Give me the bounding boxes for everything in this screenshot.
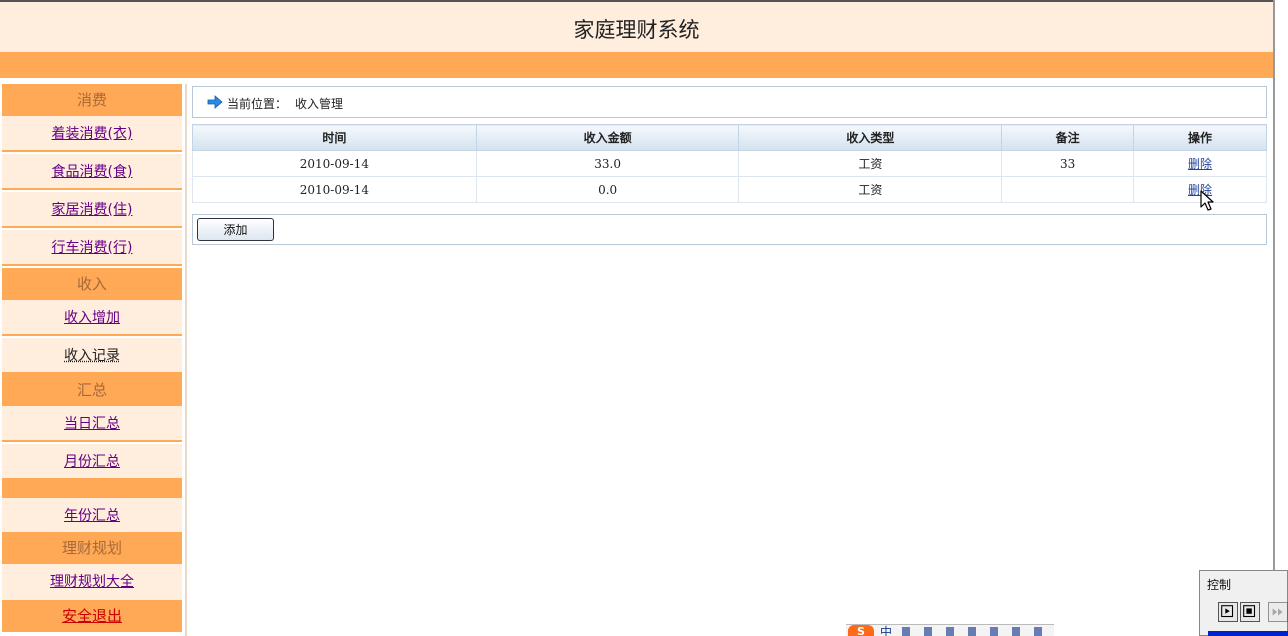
sidebar-link-transport[interactable]: 行车消费(行) (52, 240, 133, 256)
sidebar-link-income-records[interactable]: 收入记录 (64, 348, 120, 364)
sidebar-item-housing[interactable]: 家居消费(住) (2, 192, 182, 228)
sidebar-item-income-add[interactable]: 收入增加 (2, 300, 182, 336)
table-row: 2010-09-14 33.0 工资 33 删除 (192, 150, 1267, 177)
ime-language-indicator[interactable]: 中 (880, 625, 892, 636)
sidebar-link-food[interactable]: 食品消费(食) (52, 164, 133, 180)
control-panel-title: 控制 (1207, 578, 1232, 592)
arrow-right-icon (207, 95, 223, 109)
column-header-note: 备注 (1001, 124, 1135, 151)
sidebar-link-income-add[interactable]: 收入增加 (64, 310, 120, 326)
sidebar-item-transport[interactable]: 行车消费(行) (2, 230, 182, 266)
app-window: 家庭理财系统 消费 着装消费(衣) 食品消费(食) 家居消费(住) 行车消费(行… (0, 0, 1288, 636)
table-row: 2010-09-14 0.0 工资 删除 (192, 176, 1267, 203)
sidebar-item-income-records[interactable]: 收入记录 (2, 338, 182, 374)
sidebar-link-clothing[interactable]: 着装消费(衣) (52, 126, 133, 142)
income-table: 时间 收入金额 收入类型 备注 操作 2010-09-14 33.0 工资 33… (192, 124, 1267, 203)
cell-date: 2010-09-14 (192, 176, 477, 203)
action-bar: 添加 (192, 214, 1267, 245)
sidebar-divider (185, 84, 187, 636)
breadcrumb-text: 当前位置： 收入管理 (227, 95, 343, 112)
control-panel: 控制 (1199, 570, 1288, 636)
sidebar-heading-consumption: 消费 (2, 84, 182, 116)
sidebar-item-planning[interactable]: 理财规划大全 (2, 564, 182, 600)
sidebar-link-yearly-summary[interactable]: 年份汇总 (64, 508, 120, 524)
window-scroll-edge (1273, 0, 1288, 600)
sidebar-heading-planning: 理财规划 (2, 532, 182, 564)
column-header-amount: 收入金额 (475, 124, 740, 151)
add-button[interactable]: 添加 (197, 218, 274, 241)
ime-logo[interactable]: S (848, 625, 874, 636)
ime-toolbar: S 中 (846, 624, 1054, 636)
sidebar-link-daily-summary[interactable]: 当日汇总 (64, 416, 120, 432)
fast-forward-icon (1272, 608, 1283, 616)
ime-tool-icons[interactable] (902, 627, 1047, 636)
cell-amount: 0.0 (476, 176, 740, 203)
delete-link[interactable]: 删除 (1188, 157, 1212, 171)
sidebar-heading-summary: 汇总 (2, 374, 182, 406)
stop-button[interactable] (1240, 602, 1260, 622)
sidebar-item-food[interactable]: 食品消费(食) (2, 154, 182, 190)
breadcrumb-current: 收入管理 (295, 97, 344, 111)
sidebar: 消费 着装消费(衣) 食品消费(食) 家居消费(住) 行车消费(行) 收入 收入… (2, 84, 182, 636)
next-button[interactable] (1268, 602, 1288, 622)
column-header-date: 时间 (192, 124, 477, 151)
stop-icon (1243, 605, 1256, 618)
cell-action: 删除 (1133, 150, 1267, 177)
breadcrumb-label: 当前位置： (227, 97, 288, 111)
page-title: 家庭理财系统 (573, 18, 700, 42)
cell-type: 工资 (738, 176, 1003, 203)
cell-note (1001, 176, 1135, 203)
sidebar-item-clothing[interactable]: 着装消费(衣) (2, 116, 182, 152)
control-progress-bar (1208, 631, 1288, 636)
cell-type: 工资 (738, 150, 1003, 177)
column-header-action: 操作 (1133, 124, 1267, 151)
breadcrumb: 当前位置： 收入管理 (192, 86, 1267, 118)
sidebar-item-daily-summary[interactable]: 当日汇总 (2, 406, 182, 442)
cell-note: 33 (1001, 150, 1135, 177)
play-icon (1221, 605, 1234, 618)
cell-amount: 33.0 (476, 150, 740, 177)
header-accent-bar (0, 52, 1273, 78)
table-header-row: 时间 收入金额 收入类型 备注 操作 (192, 124, 1267, 151)
logout-link[interactable]: 安全退出 (62, 607, 122, 625)
sidebar-item-yearly-summary[interactable]: 年份汇总 (2, 498, 182, 534)
sidebar-item-monthly-summary[interactable]: 月份汇总 (2, 444, 182, 480)
column-header-type: 收入类型 (738, 124, 1003, 151)
sidebar-logout[interactable]: 安全退出 (2, 600, 182, 632)
sidebar-heading-income: 收入 (2, 268, 182, 300)
header: 家庭理财系统 (0, 0, 1273, 52)
cell-date: 2010-09-14 (192, 150, 477, 177)
play-button[interactable] (1218, 602, 1238, 622)
mouse-cursor-icon (1200, 190, 1214, 211)
sidebar-link-monthly-summary[interactable]: 月份汇总 (64, 454, 120, 470)
sidebar-spacer (2, 480, 182, 498)
sidebar-link-planning[interactable]: 理财规划大全 (50, 574, 134, 590)
sidebar-link-housing[interactable]: 家居消费(住) (52, 202, 133, 218)
